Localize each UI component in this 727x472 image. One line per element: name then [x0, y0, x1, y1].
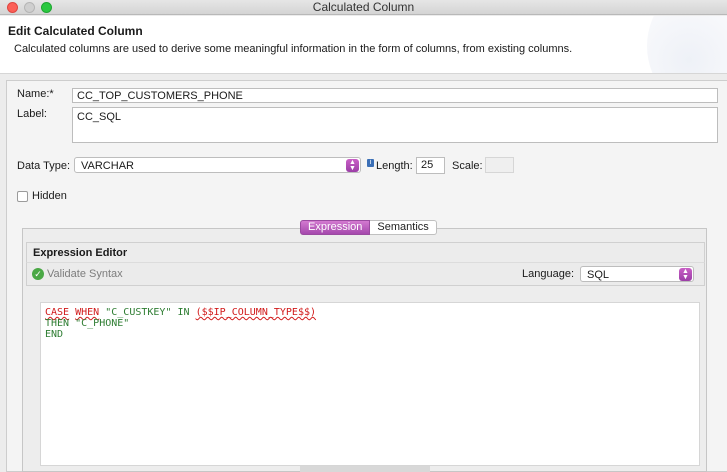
code-keyword: CASE	[45, 307, 70, 318]
language-select[interactable]: SQL ▲ ▼	[580, 266, 694, 282]
language-label: Language:	[522, 268, 574, 280]
chevron-updown-icon: ▲ ▼	[346, 159, 359, 172]
code-text: ($$IP_COLUMN_TYPE$$)	[195, 307, 317, 318]
bottom-toolbar-edge	[300, 466, 430, 472]
info-icon: i	[367, 159, 374, 167]
dialog-title: Edit Calculated Column	[8, 24, 143, 38]
validate-syntax-button[interactable]: Validate Syntax	[47, 268, 123, 280]
label-label: Label:	[17, 108, 47, 120]
datatype-label: Data Type:	[17, 160, 70, 172]
name-label: Name:*	[17, 88, 54, 100]
expression-editor-title: Expression Editor	[33, 247, 128, 259]
code-keyword: WHEN	[75, 307, 100, 318]
scale-label: Scale:	[452, 160, 483, 172]
code-keyword: END	[45, 329, 64, 340]
code-string: "C_CUSTKEY"	[105, 307, 172, 318]
language-value: SQL	[587, 269, 610, 281]
window-titlebar: Calculated Column	[0, 0, 727, 15]
header-decoration	[647, 16, 727, 73]
label-field[interactable]: CC_SQL	[72, 107, 718, 143]
dialog-description: Calculated columns are used to derive so…	[14, 43, 573, 55]
expression-editor-header: Expression Editor	[26, 242, 705, 262]
chevron-updown-icon: ▲ ▼	[679, 268, 692, 281]
expression-editor-toolbar: ✓ Validate Syntax Language: SQL ▲ ▼	[26, 262, 705, 286]
code-keyword: IN	[177, 307, 190, 318]
tab-semantics[interactable]: Semantics	[370, 220, 437, 235]
scale-field[interactable]	[485, 157, 514, 173]
hidden-label: Hidden	[32, 190, 67, 202]
window-title: Calculated Column	[312, 0, 415, 14]
expression-editor-panel: Expression Editor ✓ Validate Syntax Lang…	[22, 228, 707, 472]
length-label: Length:	[376, 160, 413, 172]
length-field[interactable]: 25	[416, 157, 445, 174]
tab-expression[interactable]: Expression	[300, 220, 371, 235]
datatype-value: VARCHAR	[81, 160, 134, 172]
code-keyword: THEN	[45, 318, 70, 329]
dialog-header: Edit Calculated Column Calculated column…	[0, 16, 727, 74]
code-string: "C_PHONE"	[75, 318, 130, 329]
datatype-select[interactable]: VARCHAR ▲ ▼	[74, 157, 361, 173]
expression-tabs: Expression Semantics	[300, 220, 437, 235]
name-field[interactable]: CC_TOP_CUSTOMERS_PHONE	[72, 88, 718, 103]
checkmark-icon[interactable]: ✓	[32, 268, 44, 280]
expression-code-editor[interactable]: CASE WHEN "C_CUSTKEY" IN ($$IP_COLUMN_TY…	[40, 302, 700, 466]
hidden-checkbox[interactable]	[17, 191, 28, 202]
expression-code: CASE WHEN "C_CUSTKEY" IN ($$IP_COLUMN_TY…	[45, 307, 316, 340]
